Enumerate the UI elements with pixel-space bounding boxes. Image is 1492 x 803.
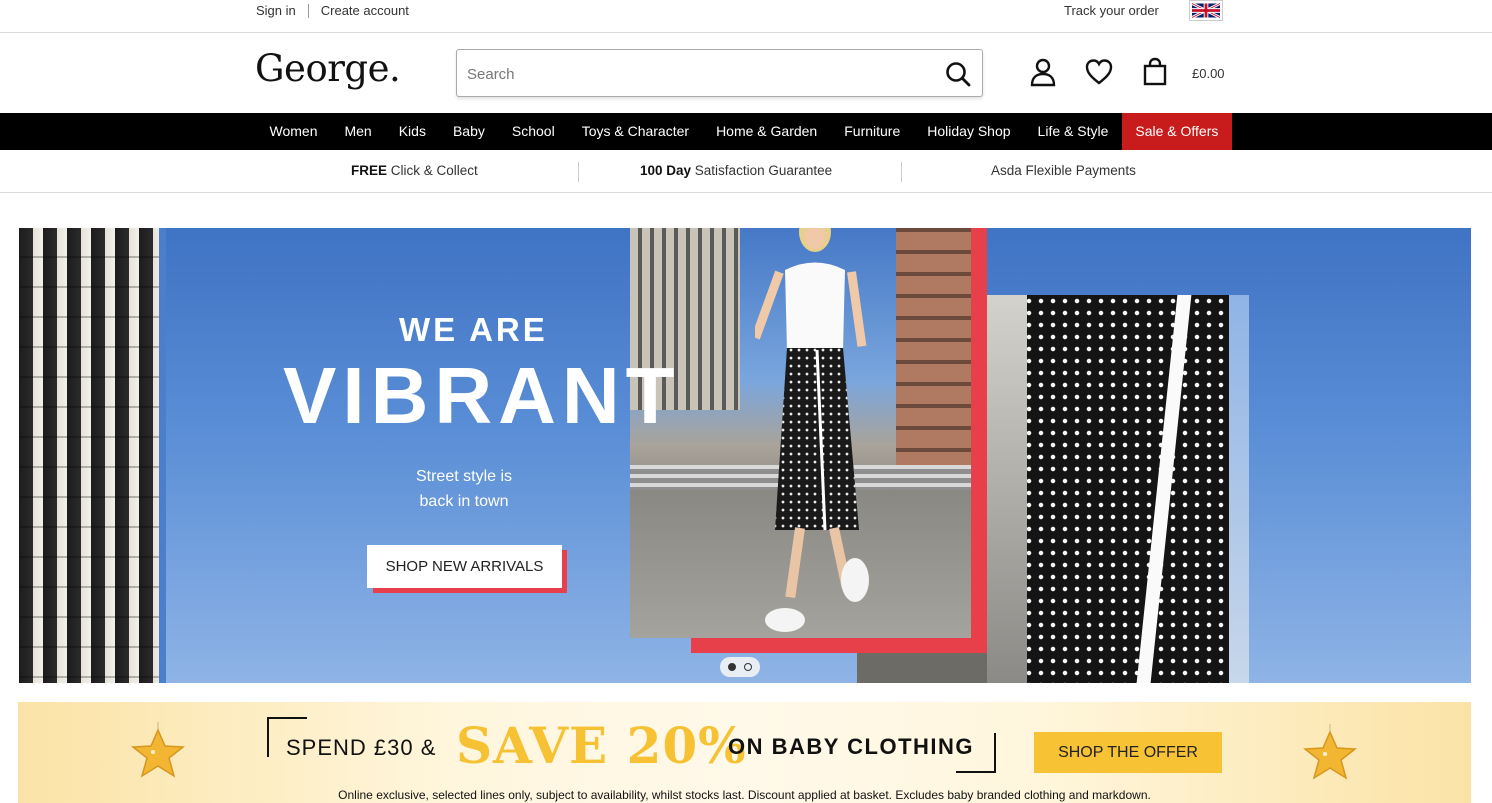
nav-item-sale-offers[interactable]: Sale & Offers — [1121, 113, 1232, 150]
account-links: Sign in Create account — [256, 3, 409, 18]
create-account-link[interactable]: Create account — [321, 3, 409, 18]
model-figure — [755, 228, 869, 632]
promo-save-text: SAVE 20% — [456, 716, 747, 775]
nav-item-kids[interactable]: Kids — [385, 113, 439, 150]
carousel-dot-1[interactable] — [728, 663, 736, 671]
basket-total[interactable]: £0.00 — [1192, 66, 1225, 81]
promo-spend-text: SPEND £30 & — [286, 735, 437, 760]
hero-subtitle: Street style is back in town — [389, 464, 539, 514]
benefits-bar: FREE Click & Collect 100 Day Satisfactio… — [0, 150, 1492, 193]
hero-subtitle-line: back in town — [419, 493, 509, 510]
promo-small-print: Online exclusive, selected lines only, s… — [338, 788, 1151, 802]
hero-model-photo — [630, 228, 971, 638]
header: George. £0.00 — [0, 33, 1492, 113]
hero-pattern-closeup-photo — [987, 295, 1249, 683]
nav-item-toys-character[interactable]: Toys & Character — [568, 113, 702, 150]
page: Sign in Create account Track your order … — [0, 0, 1492, 803]
hero-title-small: WE ARE — [399, 311, 548, 348]
photo-building — [896, 228, 971, 480]
star-icon — [1302, 724, 1358, 780]
star-icon — [130, 722, 186, 778]
shop-new-arrivals-button[interactable]: SHOP NEW ARRIVALS — [367, 545, 562, 588]
benefit-strong: FREE — [351, 163, 388, 178]
carousel-indicator — [720, 657, 760, 677]
promo-banner[interactable]: SPEND £30 & SAVE 20% ON BABY CLOTHING SH… — [18, 702, 1471, 803]
nav-item-school[interactable]: School — [498, 113, 568, 150]
carousel-dot-2[interactable] — [744, 663, 752, 671]
hero-banner[interactable]: WE ARE VIBRANT Street style is back in t… — [19, 228, 1471, 683]
george-logo[interactable]: George. — [255, 47, 401, 90]
nav-item-life-style[interactable]: Life & Style — [1024, 113, 1122, 150]
search-icon[interactable] — [944, 60, 972, 88]
hero-title-big: VIBRANT — [283, 351, 681, 440]
benefit-strong: 100 Day — [640, 163, 692, 178]
divider — [307, 3, 309, 18]
benefit-text: Satisfaction Guarantee — [691, 163, 833, 178]
basket-icon[interactable] — [1140, 57, 1170, 87]
benefit-click-collect[interactable]: FREE Click & Collect — [351, 163, 478, 178]
nav-item-furniture[interactable]: Furniture — [831, 113, 914, 150]
nav-item-men[interactable]: Men — [331, 113, 385, 150]
heart-icon[interactable] — [1084, 57, 1114, 87]
search-input[interactable] — [467, 62, 927, 86]
track-order-link[interactable]: Track your order — [1064, 3, 1159, 18]
search-box — [456, 49, 983, 97]
benefit-text: Click & Collect — [387, 163, 478, 178]
hero-building-image — [19, 228, 159, 683]
sign-in-link[interactable]: Sign in — [256, 3, 296, 18]
utility-bar: Sign in Create account Track your order — [0, 0, 1492, 33]
nav-item-home-garden[interactable]: Home & Garden — [703, 113, 831, 150]
photo-background — [987, 295, 1027, 683]
divider — [901, 162, 902, 182]
nav-item-baby[interactable]: Baby — [439, 113, 498, 150]
photo-background — [1229, 295, 1249, 683]
shop-the-offer-button[interactable]: SHOP THE OFFER — [1034, 732, 1222, 773]
nav-item-holiday-shop[interactable]: Holiday Shop — [914, 113, 1024, 150]
benefit-flexible-payments[interactable]: Asda Flexible Payments — [991, 163, 1136, 178]
uk-flag-icon[interactable] — [1189, 0, 1223, 21]
main-nav: Women Men Kids Baby School Toys & Charac… — [0, 113, 1492, 150]
hero-subtitle-line: Street style is — [415, 468, 513, 485]
account-icon[interactable] — [1028, 57, 1058, 87]
promo-category-text: ON BABY CLOTHING — [728, 734, 975, 759]
divider — [578, 162, 579, 182]
nav-item-women[interactable]: Women — [256, 113, 331, 150]
benefit-satisfaction[interactable]: 100 Day Satisfaction Guarantee — [640, 163, 832, 178]
